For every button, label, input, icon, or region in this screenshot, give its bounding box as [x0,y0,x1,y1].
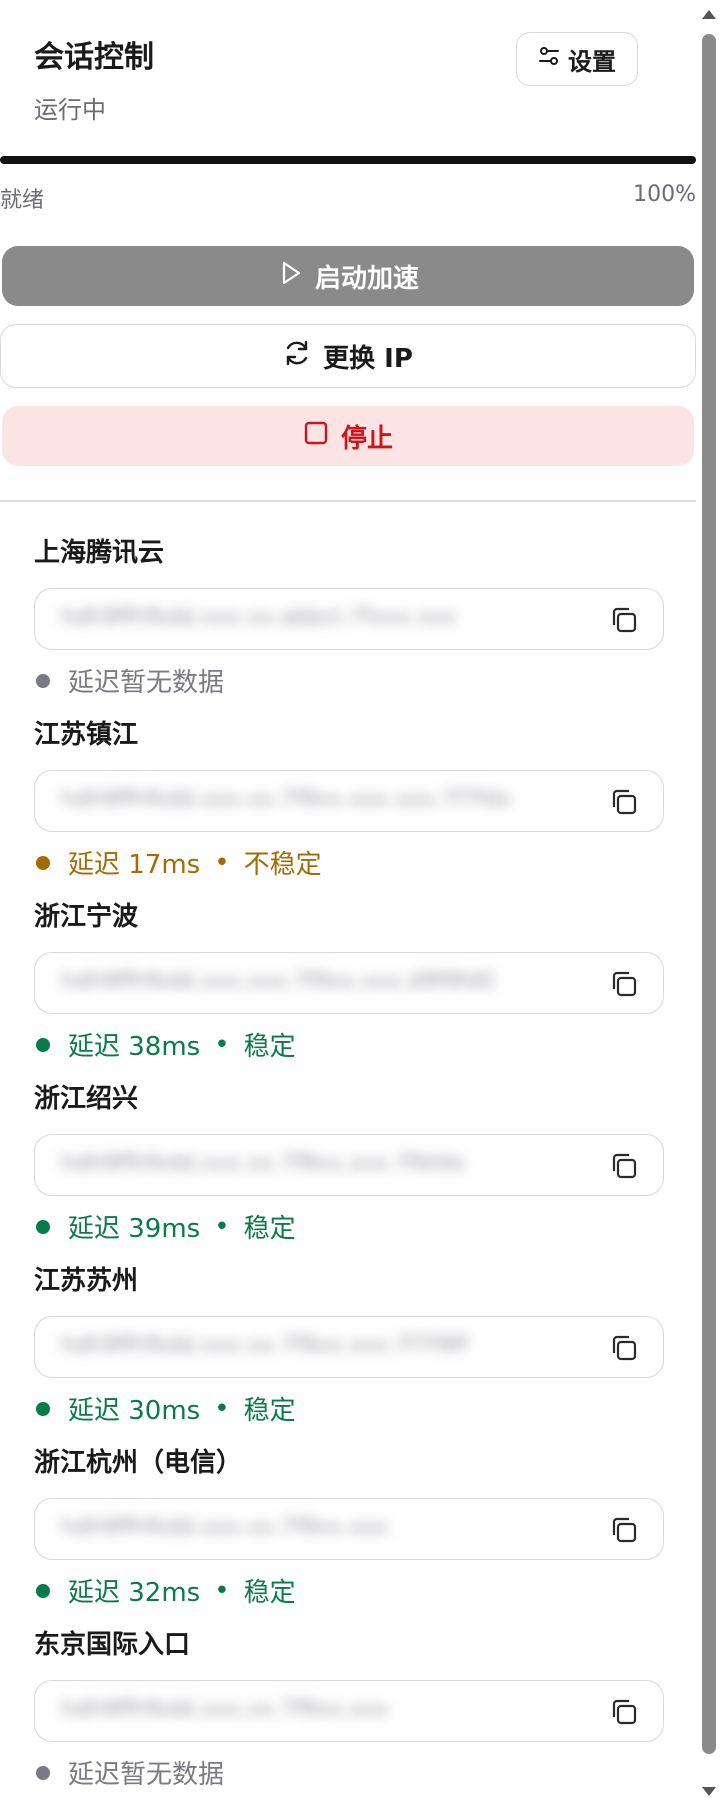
node-address-value: hdh9ffhfkdd.xxx.xx.7f9xx.xxx [61,1697,389,1722]
copy-icon[interactable] [607,785,641,819]
start-acceleration-button[interactable]: 启动加速 [2,246,694,306]
node-address-field[interactable]: hdh9ffhfkdd.xxx.xx.7f9xx.xxx.7fbfdx [34,1134,664,1196]
latency-status: 延迟 38ms • 稳定 [34,1026,296,1063]
play-icon [277,260,303,293]
copy-icon[interactable] [607,603,641,637]
copy-icon[interactable] [607,967,641,1001]
latency-text: 延迟暂无数据 [68,1760,225,1790]
progress-bar [0,156,696,164]
stability-text: 稳定 [243,1032,296,1062]
latency-text: 延迟 17ms [68,850,201,880]
status-dot [36,855,50,870]
stability-text: 稳定 [243,1214,296,1244]
node-item: 江苏苏州 hdh9ffhfkdd.xxx.xx.7f9xx.xxx.7f7f9f… [34,1260,664,1442]
latency-status: 延迟 17ms • 不稳定 [34,844,322,881]
status-dot [36,1401,50,1416]
node-address-value: hdh9ffhfkdd.xxx.xx.7f9xx.xxx.7f7f9ff [61,1333,468,1358]
scroll-thumb[interactable] [702,34,716,1754]
copy-icon[interactable] [607,1695,641,1729]
status-dot [36,1583,50,1598]
progress-info: 就绪 100% [0,182,696,214]
sliders-icon [538,45,560,73]
progress-fill [0,156,696,164]
node-address-value: hdh9ffhfkdd.xxx.xx.abbct.7fxxx.xxx [61,605,457,630]
start-label: 启动加速 [314,263,419,294]
latency-status: 延迟暂无数据 [34,1754,224,1791]
node-address-field[interactable]: hdh9ffhfkdd.xxx.xx.7f9xx.xxx.7f7f9ff [34,1316,664,1378]
progress-label: 就绪 [0,188,45,213]
status-dot [36,1765,50,1780]
refresh-icon [283,339,311,374]
latency-status: 延迟暂无数据 [34,662,224,699]
node-name: 江苏镇江 [34,720,139,750]
node-address-value: hdh9ffhfkdd.xxx.xx.7f9xx.xxx.7fbfdx [61,1151,466,1176]
settings-label: 设置 [568,47,616,76]
copy-icon[interactable] [607,1149,641,1183]
stop-button[interactable]: 停止 [2,406,694,466]
scroll-up-arrow-icon[interactable] [702,10,716,19]
progress-percent: 100% [633,182,696,207]
node-address-field[interactable]: hdh9ffhfkdd.xxx.xx.7f9xx.xxx.xxx.7f7fdx [34,770,664,832]
status-dot [36,1219,50,1234]
separator-dot: • [214,1029,230,1060]
node-name: 浙江宁波 [34,902,139,932]
latency-text: 延迟暂无数据 [68,668,225,698]
node-item: 上海腾讯云 hdh9ffhfkdd.xxx.xx.abbct.7fxxx.xxx… [34,532,664,714]
separator-dot: • [214,1575,230,1606]
node-item: 东京国际入口 hdh9ffhfkdd.xxx.xx.7f9xx.xxx 延迟暂无… [34,1624,664,1790]
node-address-value: hdh9ffhfkdd.xxx.xx.7f9xx.xxx [61,1515,389,1540]
panel-title: 会话控制 [34,40,154,75]
change-ip-label: 更换 IP [323,343,413,374]
node-item: 浙江绍兴 hdh9ffhfkdd.xxx.xx.7f9xx.xxx.7fbfdx… [34,1078,664,1260]
node-item: 江苏镇江 hdh9ffhfkdd.xxx.xx.7f9xx.xxx.xxx.7f… [34,714,664,896]
node-item: 浙江杭州（电信） hdh9ffhfkdd.xxx.xx.7f9xx.xxx 延迟… [34,1442,664,1624]
stop-square-icon [303,420,329,453]
node-address-field[interactable]: hdh9ffhfkdd.xxx.xx.7f9xx.xxx [34,1498,664,1560]
separator-dot: • [214,1393,230,1424]
change-ip-button[interactable]: 更换 IP [0,324,696,388]
stability-text: 稳定 [243,1396,296,1426]
node-address-field[interactable]: hdh9ffhfkdd.xxx.xx.abbct.7fxxx.xxx [34,588,664,650]
separator-dot: • [214,1211,230,1242]
copy-icon[interactable] [607,1331,641,1365]
latency-status: 延迟 30ms • 稳定 [34,1390,296,1427]
stop-label: 停止 [340,423,393,454]
stability-text: 稳定 [243,1578,296,1608]
node-address-value: hdh9ffhfkdd.xxx.xx.7f9xx.xxx.xxx.7f7fdx [61,787,512,812]
scrollbar[interactable] [696,0,722,1808]
latency-status: 延迟 39ms • 稳定 [34,1208,296,1245]
stability-text: 不稳定 [243,850,322,880]
latency-text: 延迟 39ms [68,1214,201,1244]
divider [0,500,696,502]
session-status: 运行中 [34,96,106,124]
node-address-value: hdh9ffhfkdd.xxx.xxx.7f9xx.xxx.d9f9fd0 [61,969,494,994]
panel-header: 会话控制 运行中 设置 [34,0,638,150]
node-name: 江苏苏州 [34,1266,139,1296]
latency-text: 延迟 30ms [68,1396,201,1426]
node-name: 东京国际入口 [34,1630,191,1660]
latency-status: 延迟 32ms • 稳定 [34,1572,296,1609]
copy-icon[interactable] [607,1513,641,1547]
node-list: 上海腾讯云 hdh9ffhfkdd.xxx.xx.abbct.7fxxx.xxx… [34,532,664,1790]
latency-text: 延迟 32ms [68,1578,201,1608]
node-name: 浙江绍兴 [34,1084,139,1114]
latency-text: 延迟 38ms [68,1032,201,1062]
node-address-field[interactable]: hdh9ffhfkdd.xxx.xx.7f9xx.xxx [34,1680,664,1742]
status-dot [36,1037,50,1052]
node-item: 浙江宁波 hdh9ffhfkdd.xxx.xxx.7f9xx.xxx.d9f9f… [34,896,664,1078]
status-dot [36,673,50,688]
separator-dot: • [214,847,230,878]
node-address-field[interactable]: hdh9ffhfkdd.xxx.xxx.7f9xx.xxx.d9f9fd0 [34,952,664,1014]
settings-button[interactable]: 设置 [516,32,638,86]
scroll-down-arrow-icon[interactable] [702,1787,716,1796]
node-name: 上海腾讯云 [34,538,165,568]
node-name: 浙江杭州（电信） [34,1448,243,1478]
